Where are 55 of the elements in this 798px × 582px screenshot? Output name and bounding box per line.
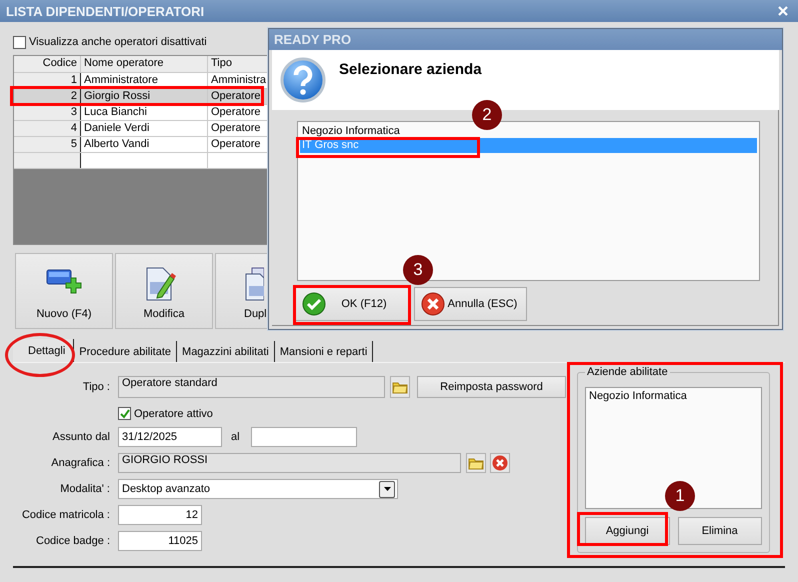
field-label: al (231, 431, 240, 443)
table-cell: Alberto Vandi (81, 137, 208, 152)
question-icon (280, 57, 326, 103)
table-cell: Daniele Verdi (81, 121, 208, 136)
new-button[interactable]: Nuovo (F4) (15, 253, 113, 329)
date-field[interactable]: 31/12/2025 (118, 427, 222, 447)
highlight-ellipse (5, 333, 75, 377)
checkbox-label: Operatore attivo (134, 408, 213, 420)
date-field[interactable] (250, 427, 357, 447)
document-pencil-icon (144, 266, 176, 302)
folder-button[interactable] (390, 376, 410, 398)
reset-password-button[interactable]: Reimposta password (417, 376, 566, 398)
field-label: Codice badge : (35, 535, 110, 547)
field-label: Tipo : (82, 381, 110, 393)
ok-button[interactable]: OK (F12) (295, 287, 409, 321)
documents-icon (244, 266, 264, 302)
mode-dropdown[interactable]: Desktop avanzato (118, 479, 398, 499)
field-label: Modalita' : (59, 483, 110, 495)
add-button[interactable]: Aggiungi (585, 517, 670, 545)
cancel-button[interactable]: Annulla (ESC) (414, 287, 527, 321)
table-cell: Giorgio Rossi (81, 89, 208, 104)
table-cell: 3 (14, 105, 81, 120)
cancel-icon (421, 292, 445, 316)
column-header[interactable]: Nome operatore (81, 56, 208, 72)
list-item[interactable]: Negozio Informatica (589, 390, 758, 402)
number-field[interactable]: 12 (118, 505, 202, 525)
table-cell: Luca Bianchi (81, 105, 208, 120)
folder-button[interactable] (466, 453, 486, 473)
clear-button[interactable] (490, 453, 510, 473)
checkbox-label: Visualizza anche operatori disattivati (29, 36, 207, 48)
checkbox[interactable] (118, 407, 131, 420)
group-title: Aziende abilitate (585, 366, 670, 378)
dialog-title: READY PRO (274, 32, 352, 47)
remove-button[interactable]: Elimina (678, 517, 762, 545)
folder-icon (392, 380, 408, 394)
number-field[interactable]: 11025 (118, 531, 202, 551)
field-label: Assunto dal (52, 431, 110, 443)
tab[interactable]: Dettagli (13, 339, 74, 362)
checkmark-icon (120, 408, 130, 418)
dropdown-value: Desktop avanzato (122, 483, 210, 495)
caret-icon (384, 487, 390, 491)
edit-button[interactable]: Modifica (115, 253, 213, 329)
window-title: LISTA DIPENDENTI/OPERATORI (6, 4, 204, 18)
table-cell: Amministratore (81, 73, 208, 88)
field-label: Anagrafica : (50, 457, 110, 469)
close-icon[interactable] (778, 6, 788, 16)
registry-field[interactable]: GIORGIO ROSSI (118, 453, 461, 473)
folder-icon (468, 456, 484, 470)
checkmark-icon (302, 292, 326, 316)
field-label: Codice matricola : (20, 509, 110, 521)
type-field[interactable]: Operatore standard (118, 376, 385, 398)
table-cell: 5 (14, 137, 81, 152)
checkbox[interactable] (13, 36, 26, 48)
table-cell: 4 (14, 121, 81, 136)
delete-icon (492, 455, 508, 471)
